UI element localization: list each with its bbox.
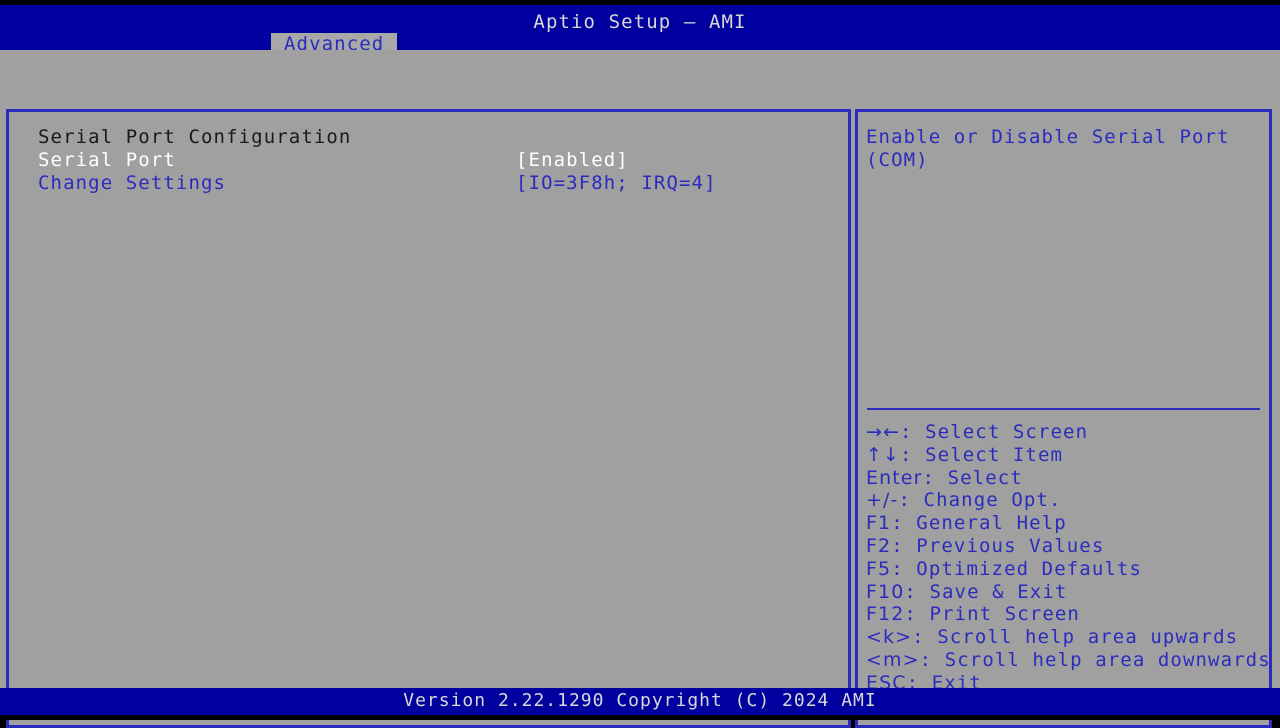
- legend-line: F12: Print Screen: [866, 603, 1261, 626]
- legend-line: +/-: Change Opt.: [866, 489, 1261, 512]
- legend-key: ↑↓: [866, 444, 900, 466]
- legend-action: : Select Item: [900, 444, 1063, 466]
- legend-action: : Save & Exit: [904, 581, 1067, 603]
- legend-line: F1: General Help: [866, 512, 1261, 535]
- legend-line: Enter: Select: [866, 467, 1261, 490]
- legend-action: : General Help: [891, 512, 1067, 534]
- page-title: Aptio Setup – AMI: [0, 11, 1280, 33]
- bios-setup-screen: Aptio Setup – AMI Advanced Serial Port C…: [0, 0, 1280, 720]
- settings-list: Serial Port Configuration Serial Port [E…: [38, 126, 838, 195]
- legend-key: F5: [866, 558, 891, 580]
- bottom-border-band: [0, 715, 1280, 720]
- list-item-change-settings[interactable]: Change Settings [IO=3F8h; IRQ=4]: [38, 172, 838, 195]
- section-heading: Serial Port Configuration: [38, 126, 351, 149]
- help-panel: Enable or Disable Serial Port (COM) →←: …: [855, 109, 1272, 728]
- legend-key: F10: [866, 581, 904, 603]
- legend-action: : Change Opt.: [898, 489, 1061, 511]
- title-bar: Aptio Setup – AMI Advanced: [0, 5, 1280, 50]
- legend-key: F12: [866, 603, 904, 625]
- legend-action: : Print Screen: [904, 603, 1080, 625]
- legend-line: <k>: Scroll help area upwards: [866, 626, 1261, 649]
- legend-action: : Scroll help area downwards: [920, 649, 1271, 671]
- legend-key: Enter: [866, 467, 923, 489]
- legend-action: : Select: [923, 467, 1023, 489]
- legend-key: F2: [866, 535, 891, 557]
- help-description: Enable or Disable Serial Port (COM): [858, 126, 1253, 172]
- legend-line: →←: Select Screen: [866, 421, 1261, 444]
- setup-body: Serial Port Configuration Serial Port [E…: [0, 50, 1280, 688]
- legend-action: : Optimized Defaults: [891, 558, 1142, 580]
- legend-key: +/-: [866, 489, 898, 511]
- legend-line: F2: Previous Values: [866, 535, 1261, 558]
- help-divider: [867, 408, 1260, 410]
- legend-action: : Select Screen: [900, 421, 1088, 443]
- version-text: Version 2.22.1290 Copyright (C) 2024 AMI: [0, 690, 1280, 711]
- legend-key: <k>: [866, 626, 912, 648]
- legend-key: <m>: [866, 649, 920, 671]
- setting-label-change-settings: Change Settings: [38, 172, 226, 195]
- settings-panel: Serial Port Configuration Serial Port [E…: [6, 109, 851, 728]
- legend-line: ↑↓: Select Item: [866, 444, 1261, 467]
- legend-line: F5: Optimized Defaults: [866, 558, 1261, 581]
- legend-line: F10: Save & Exit: [866, 581, 1261, 604]
- footer-bar: Version 2.22.1290 Copyright (C) 2024 AMI: [0, 688, 1280, 715]
- setting-value-change-settings[interactable]: [IO=3F8h; IRQ=4]: [516, 172, 717, 195]
- legend-key: →←: [866, 421, 900, 443]
- legend-action: : Scroll help area upwards: [912, 626, 1238, 648]
- legend-key: F1: [866, 512, 891, 534]
- setting-value-serial-port[interactable]: [Enabled]: [516, 149, 629, 172]
- setting-label-serial-port: Serial Port: [38, 149, 176, 172]
- legend-line: <m>: Scroll help area downwards: [866, 649, 1261, 672]
- key-legend: →←: Select Screen↑↓: Select ItemEnter: S…: [858, 421, 1269, 695]
- list-item-serial-port[interactable]: Serial Port [Enabled]: [38, 149, 838, 172]
- list-item-serial-port-configuration: Serial Port Configuration: [38, 126, 838, 149]
- legend-action: : Previous Values: [891, 535, 1104, 557]
